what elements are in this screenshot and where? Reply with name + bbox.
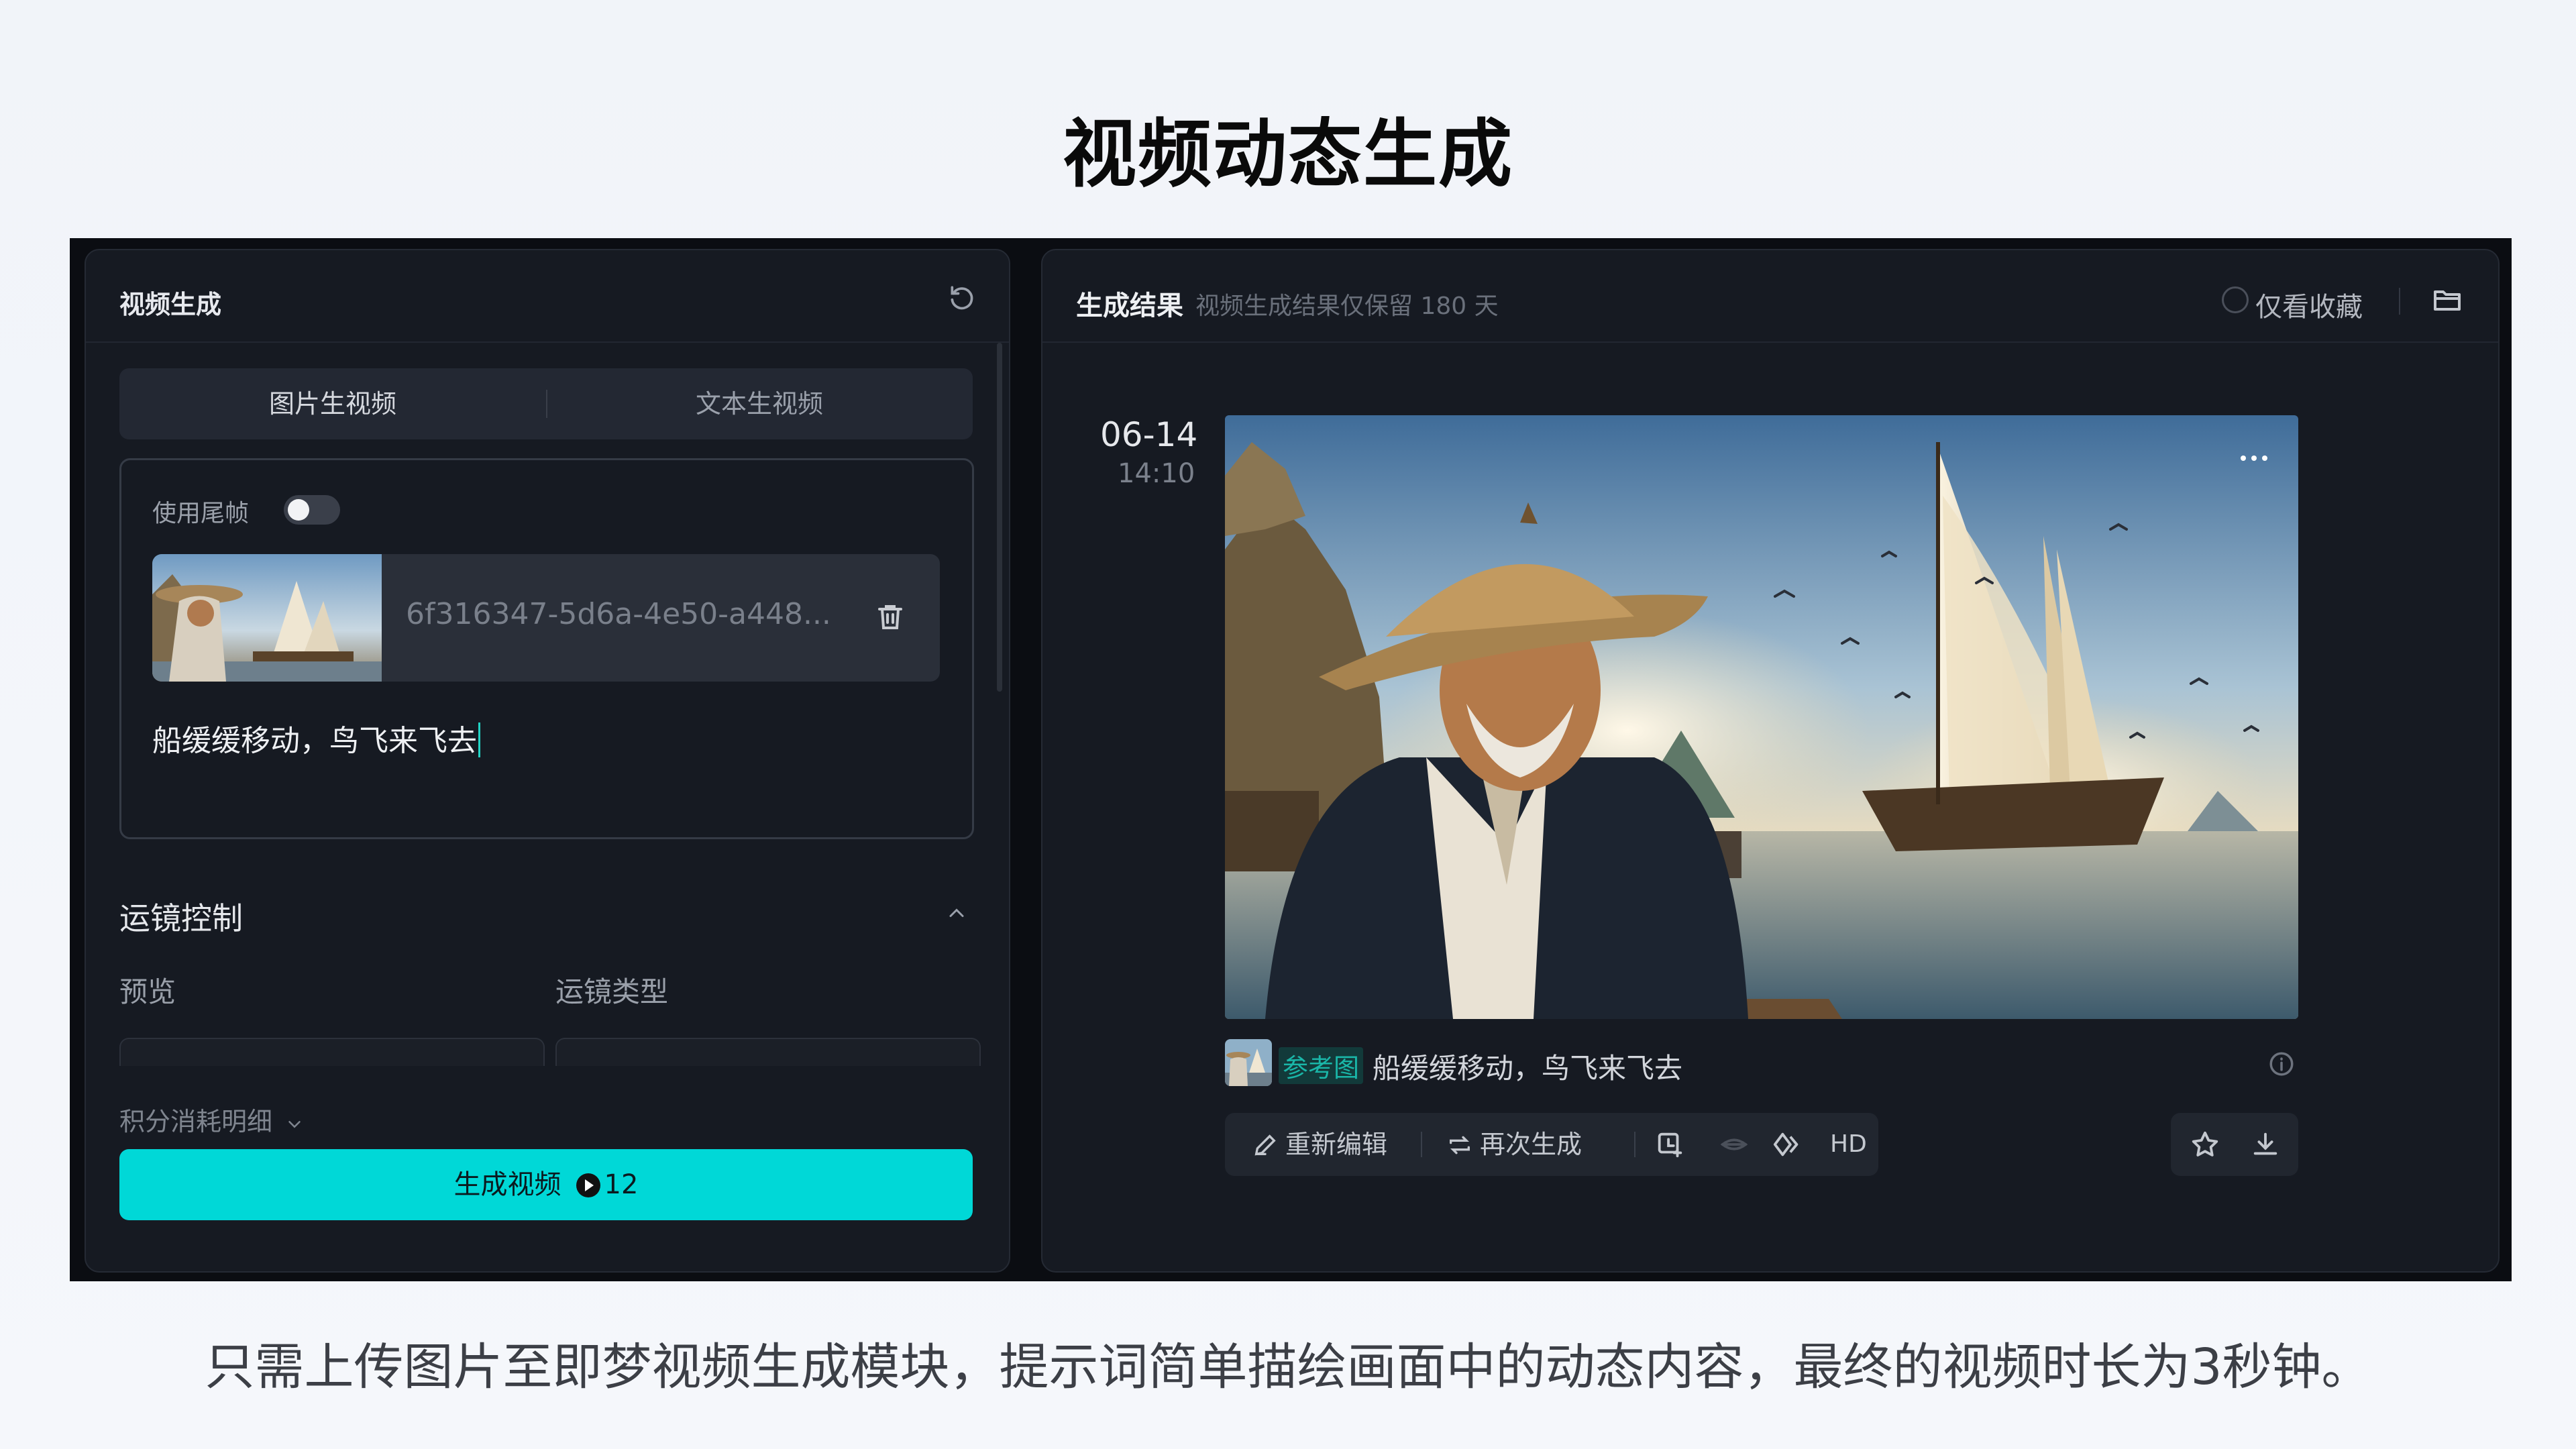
slide-title: 视频动态生成 (1063, 111, 1513, 197)
left-panel-header: 视频生成 (86, 250, 1009, 343)
refresh-icon[interactable] (947, 282, 977, 312)
lip-sync-icon (1720, 1138, 1748, 1150)
tail-frame-label: 使用尾帧 (152, 500, 250, 527)
trash-icon[interactable] (874, 601, 906, 633)
chevron-up-icon[interactable] (945, 901, 969, 925)
tab-image-to-video[interactable]: 图片生视频 (119, 368, 546, 439)
toggle-knob (288, 499, 309, 521)
star-icon[interactable] (2190, 1129, 2220, 1160)
info-icon[interactable] (2267, 1050, 2296, 1078)
tail-frame-toggle[interactable] (284, 495, 340, 525)
generate-button-label: 生成视频 (453, 1169, 561, 1200)
prompt-input[interactable]: 船缓缓移动，鸟飞来飞去 (152, 716, 480, 759)
result-action-bar: 重新编辑 再次生成 HD (1225, 1113, 1878, 1176)
retention-note: 视频生成结果仅保留 180 天 (1195, 292, 1499, 320)
reference-image-thumbnail[interactable] (1225, 1039, 1272, 1086)
re-edit-button[interactable]: 重新编辑 (1252, 1113, 1387, 1176)
slide-caption: 只需上传图片至即梦视频生成模块，提示词简单描绘画面中的动态内容，最终的视频时长为… (205, 1338, 2371, 1396)
regenerate-button[interactable]: 再次生成 (1446, 1113, 1582, 1176)
tab-text-to-video[interactable]: 文本生视频 (546, 368, 973, 439)
result-time: 14:10 (1118, 458, 1195, 489)
generated-video-preview[interactable] (1225, 415, 2298, 1019)
results-panel: 生成结果 视频生成结果仅保留 180 天 仅看收藏 06-14 14:10 参考… (1041, 249, 2500, 1273)
preview-label: 预览 (119, 975, 176, 1008)
favorites-only-radio[interactable] (2222, 286, 2249, 313)
mode-tabs: 图片生视频 文本生视频 (119, 368, 973, 439)
re-edit-label: 重新编辑 (1285, 1130, 1388, 1159)
download-icon[interactable] (2250, 1129, 2281, 1160)
results-title: 生成结果 (1076, 290, 1183, 321)
action-separator (1634, 1132, 1635, 1157)
app-window: 视频生成 图片生视频 文本生视频 使用尾帧 6f316347-5d6a-4e50… (70, 238, 2512, 1281)
action-separator (1421, 1132, 1422, 1157)
image-prompt-box: 使用尾帧 6f316347-5d6a-4e50-a448... 船缓缓移动，鸟飞… (119, 458, 974, 839)
uploaded-file-name: 6f316347-5d6a-4e50-a448... (406, 597, 831, 631)
result-date: 06-14 (1100, 415, 1198, 454)
result-side-actions (2171, 1113, 2298, 1176)
chevron-down-icon (288, 1121, 301, 1128)
favorites-only-label[interactable]: 仅看收藏 (2255, 285, 2363, 324)
reference-image-badge: 参考图 (1279, 1047, 1364, 1084)
camera-control-title: 运镜控制 (119, 900, 243, 936)
uploaded-image-thumbnail (152, 554, 382, 682)
regenerate-label: 再次生成 (1480, 1130, 1582, 1159)
extend-video-icon[interactable] (1654, 1129, 1685, 1160)
hd-upscale-button[interactable]: HD (1830, 1113, 1867, 1176)
scrollbar[interactable] (997, 343, 1002, 692)
cost-detail-toggle[interactable]: 积分消耗明细 (119, 1101, 305, 1138)
credits-icon (576, 1173, 600, 1197)
panel-title: 视频生成 (119, 290, 222, 319)
text-caret (478, 722, 480, 757)
interpolate-icon[interactable] (1772, 1129, 1803, 1160)
credits-count: 12 (604, 1169, 639, 1200)
uploaded-image-chip: 6f316347-5d6a-4e50-a448... (152, 554, 940, 682)
repeat-icon (1450, 1136, 1470, 1155)
camera-type-select[interactable] (555, 1038, 981, 1066)
folder-icon[interactable] (2431, 284, 2463, 316)
preview-box[interactable] (119, 1038, 545, 1066)
cost-detail-label: 积分消耗明细 (119, 1107, 273, 1136)
video-generation-panel: 视频生成 图片生视频 文本生视频 使用尾帧 6f316347-5d6a-4e50… (85, 249, 1010, 1273)
header-divider (2399, 288, 2400, 315)
result-prompt: 船缓缓移动，鸟飞来飞去 (1373, 1052, 1683, 1085)
prompt-text: 船缓缓移动，鸟飞来飞去 (152, 724, 477, 758)
more-options-icon[interactable] (2234, 451, 2274, 465)
pencil-icon (1254, 1134, 1276, 1156)
right-panel-header: 生成结果 视频生成结果仅保留 180 天 仅看收藏 (1042, 250, 2498, 343)
camera-type-label: 运镜类型 (555, 975, 669, 1008)
generate-video-button[interactable]: 生成视频 12 (119, 1149, 973, 1220)
